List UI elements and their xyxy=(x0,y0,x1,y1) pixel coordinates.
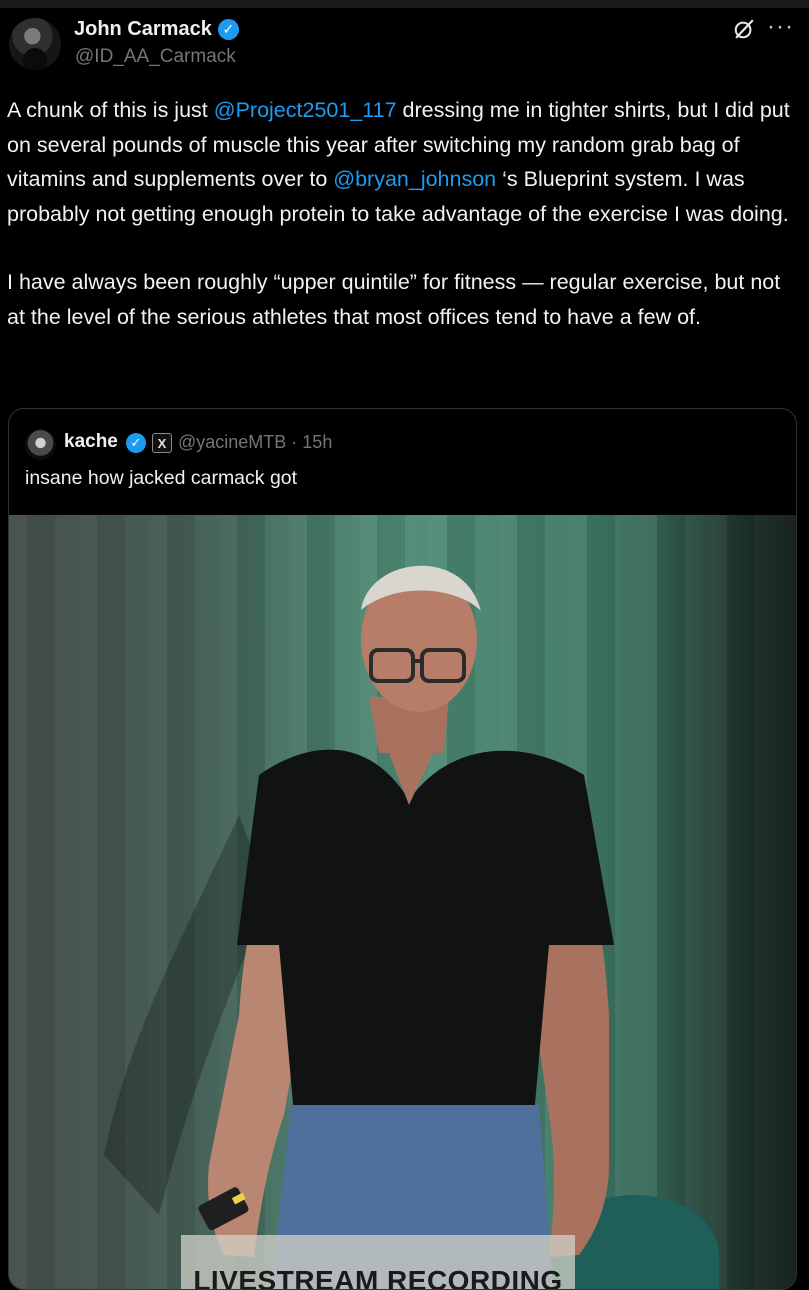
tweet-paragraph-2: I have always been roughly “upper quinti… xyxy=(7,270,781,329)
author-avatar[interactable] xyxy=(9,18,61,70)
quote-media-image[interactable]: LIVESTREAM RECORDING xyxy=(9,515,796,1289)
x-logo-icon: X xyxy=(152,433,172,453)
author-handle[interactable]: @ID_AA_Carmack xyxy=(75,46,236,68)
verified-badge-icon: ✓ xyxy=(217,19,239,40)
tweet-paragraph-1: A chunk of this is just @Project2501_117… xyxy=(7,93,802,231)
mention-link[interactable]: @bryan_johnson xyxy=(333,167,496,191)
livestream-banner: LIVESTREAM RECORDING xyxy=(181,1235,575,1289)
tweet-text: A chunk of this is just @Project2501_117… xyxy=(7,93,802,334)
author-name[interactable]: John Carmack xyxy=(74,18,212,41)
author-name-row[interactable]: John Carmack ✓ xyxy=(74,18,239,41)
quote-handle-time[interactable]: @yacineMTB · 15h xyxy=(178,432,332,453)
quote-avatar[interactable] xyxy=(25,429,56,460)
verified-badge-icon: ✓ xyxy=(126,433,146,453)
livestream-banner-text: LIVESTREAM RECORDING xyxy=(193,1265,563,1289)
mention-link[interactable]: @Project2501_117 xyxy=(214,98,397,122)
text-span: A chunk of this is just xyxy=(7,98,214,122)
top-edge xyxy=(0,0,809,8)
grok-icon[interactable] xyxy=(733,18,755,40)
quote-author-name[interactable]: kache xyxy=(64,431,118,453)
person-figure xyxy=(104,565,614,1289)
more-options-icon[interactable]: ··· xyxy=(767,13,794,41)
quoted-tweet[interactable]: kache ✓ X @yacineMTB · 15h insane how ja… xyxy=(8,408,797,1290)
quote-text: insane how jacked carmack got xyxy=(25,467,298,489)
